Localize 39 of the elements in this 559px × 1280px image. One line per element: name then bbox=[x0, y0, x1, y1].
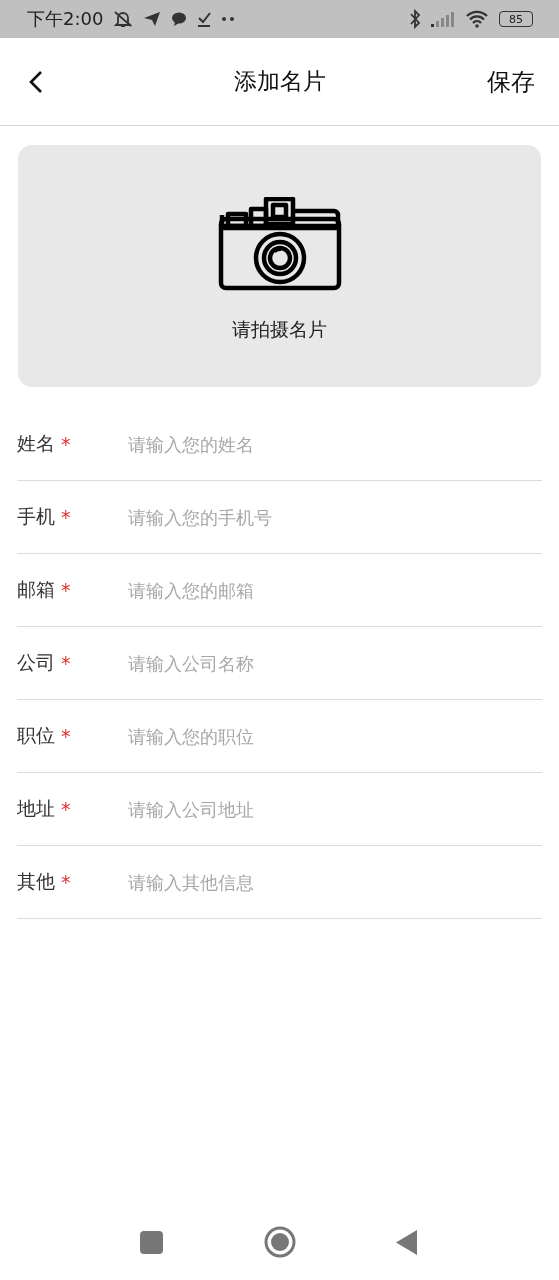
page-title: 添加名片 bbox=[233, 68, 326, 94]
muted-bell-icon bbox=[113, 10, 134, 28]
input-field[interactable]: 请输入您的姓名 bbox=[128, 429, 542, 459]
required-mark: * bbox=[61, 433, 71, 455]
take-photo-card[interactable]: 请拍摄名片 bbox=[18, 145, 541, 387]
bluetooth-icon bbox=[409, 9, 421, 29]
back-icon[interactable] bbox=[396, 1229, 417, 1255]
camera-icon bbox=[217, 197, 342, 291]
input-field[interactable]: 请输入您的职位 bbox=[128, 721, 542, 751]
more-notifications-icon bbox=[221, 16, 236, 22]
input-field[interactable]: 请输入其他信息 bbox=[128, 867, 542, 897]
input-field[interactable]: 请输入您的邮箱 bbox=[128, 575, 542, 605]
field-label: 手机 bbox=[17, 504, 55, 529]
chat-bubble-icon bbox=[171, 11, 188, 27]
photo-caption: 请拍摄名片 bbox=[232, 317, 327, 342]
required-mark: * bbox=[61, 579, 71, 601]
send-icon bbox=[143, 11, 162, 27]
input-field[interactable]: 请输入公司名称 bbox=[128, 648, 542, 678]
home-icon[interactable] bbox=[263, 1226, 296, 1258]
required-mark: * bbox=[61, 871, 71, 893]
required-mark: * bbox=[61, 798, 71, 820]
field-label: 地址 bbox=[17, 796, 55, 821]
status-time: 下午2:00 bbox=[27, 7, 104, 31]
required-mark: * bbox=[61, 652, 71, 674]
field-label: 其他 bbox=[17, 869, 55, 894]
battery-icon: 85 bbox=[499, 11, 533, 27]
field-label: 职位 bbox=[17, 723, 55, 748]
required-mark: * bbox=[61, 725, 71, 747]
signal-icon bbox=[431, 11, 455, 27]
input-field[interactable]: 请输入公司地址 bbox=[128, 794, 542, 824]
wifi-icon bbox=[465, 10, 489, 28]
required-mark: * bbox=[61, 506, 71, 528]
recent-apps-icon[interactable] bbox=[140, 1230, 163, 1254]
save-button[interactable]: 保存 bbox=[487, 65, 535, 98]
download-check-icon bbox=[197, 11, 212, 27]
field-label: 邮箱 bbox=[17, 577, 55, 602]
input-field[interactable]: 请输入您的手机号 bbox=[128, 502, 542, 532]
field-label: 公司 bbox=[17, 650, 55, 675]
field-label: 姓名 bbox=[17, 431, 55, 456]
